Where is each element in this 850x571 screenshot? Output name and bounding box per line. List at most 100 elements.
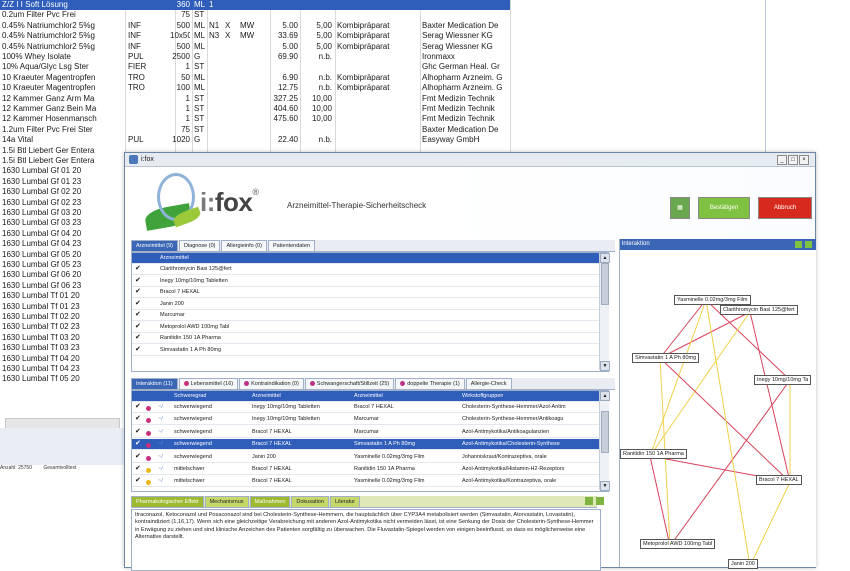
cancel-button[interactable]: Abbruch (758, 197, 812, 219)
product-row[interactable]: 1630 Lumbal Gf 02 20 (0, 187, 125, 197)
medication-row[interactable]: ✔ Metoprolol AWD 100mg Tabl (132, 322, 602, 333)
tab-mechanism[interactable]: Mechanismus (204, 496, 249, 507)
options-icon[interactable] (805, 241, 812, 248)
product-row[interactable]: 1630 Lumbal Gf 05 20 (0, 250, 125, 260)
checkmark-icon[interactable]: ✔ (135, 264, 141, 274)
product-row[interactable]: 0.2um Filter Pvc Frei 75 ST (0, 10, 510, 20)
product-row[interactable]: 12 Kammer Ganz Bein Ma 1 ST 404.60 10,00 Fmt … (0, 104, 510, 114)
note-icon[interactable]: ~/ (158, 464, 163, 474)
product-row[interactable]: 0.45% Natriumchlor2 5%g INF 10x500 MLN3 X MW 3… (0, 31, 510, 41)
product-row[interactable]: 10 Kraeuter Magentropfen TRO 100 ML 12.75 n.b… (0, 83, 510, 93)
tab-diagnosis[interactable]: Diagnose (0) (178, 240, 221, 251)
expand-icon[interactable] (585, 497, 593, 505)
note-icon[interactable]: ~/ (158, 439, 163, 449)
note-icon[interactable]: ~/ (158, 427, 163, 437)
product-row[interactable]: 1630 Lumbal Gf 03 23 (0, 218, 125, 228)
medication-scrollbar[interactable]: ▲ ▼ (599, 253, 610, 371)
graph-node[interactable]: Bracol 7 HEXAL (756, 475, 802, 485)
product-row[interactable]: 10% Aqua/Glyc Lsg Ster FIER 1 ST Ghc German … (0, 62, 510, 72)
medication-row[interactable]: ✔ Bracol 7 HEXAL (132, 287, 602, 298)
tab-interaction[interactable]: Interaktion (11) (131, 378, 178, 389)
product-row[interactable]: 14a Vital PUL 1020 G 22.40 n.b. Easyway GmbH (0, 135, 510, 145)
medication-row[interactable]: ✔ Ranitidin 150 1A Pharma (132, 333, 602, 344)
tab-allergy[interactable]: Allergieinfo (0) (221, 240, 267, 251)
product-row[interactable]: 1630 Lumbal Gf 03 20 (0, 208, 125, 218)
graph-node[interactable]: Ranitidin 150 1A Pharma (620, 449, 687, 459)
product-row[interactable]: 1630 Lumbal Gf 06 23 (0, 281, 125, 291)
interaction-table[interactable]: Schweregrad Arzneimittel Arzneimittel Wi… (131, 390, 609, 492)
interaction-row[interactable]: ✔ ~/ schwerwiegend Inegy 10mg/10mg Tablette… (132, 402, 600, 413)
medication-list[interactable]: Arzneimittel ✔ Clarithromycin Basi 125@fe… (131, 252, 609, 372)
tab-literature[interactable]: Literatur (329, 496, 361, 507)
product-row[interactable]: 1630 Lumbal Gf 06 20 (0, 270, 125, 280)
checkmark-icon[interactable]: ✔ (135, 402, 141, 412)
interaction-row[interactable]: ✔ ~/ mittelschwer Bracol 7 HEXAL Yasminelle … (132, 476, 600, 488)
tab-double-therapy[interactable]: doppelte Therapie (1) (395, 378, 465, 389)
note-icon[interactable]: ~/ (158, 402, 163, 412)
product-row[interactable]: 1630 Lumbal Tf 03 23 (0, 343, 125, 353)
product-row[interactable]: 1630 Lumbal Gf 04 23 (0, 239, 125, 249)
product-row[interactable]: 1630 Lumbal Gf 01 20 (0, 166, 125, 176)
checkmark-icon[interactable]: ✔ (135, 287, 141, 297)
medication-row[interactable]: ✔ Janin 200 (132, 299, 602, 310)
interaction-row[interactable]: ✔ ~/ schwerwiegend Janin 200 Yasminelle 0.02… (132, 452, 600, 463)
note-icon[interactable]: ~/ (158, 414, 163, 424)
tab-pharma-effect[interactable]: Pharmakologischer Effekt (131, 496, 204, 507)
tab-contraindication[interactable]: Kontraindikation (0) (239, 378, 304, 389)
checkmark-icon[interactable]: ✔ (135, 345, 141, 355)
medication-row[interactable]: ✔ Clarithromycin Basi 125@fert (132, 264, 602, 275)
checkmark-icon[interactable]: ✔ (135, 310, 141, 320)
checkmark-icon[interactable]: ✔ (135, 299, 141, 309)
product-row[interactable]: 12 Kammer Hosenmansch 1 ST 475.60 10,00 Fmt M… (0, 114, 510, 124)
checkmark-icon[interactable]: ✔ (135, 476, 141, 486)
tab-medication[interactable]: Arzneimittel (9) (131, 240, 178, 251)
checkmark-icon[interactable]: ✔ (135, 464, 141, 474)
graph-node[interactable]: Metoprolol AWD 100mg Tabl (640, 539, 716, 549)
note-icon[interactable]: ~/ (158, 476, 163, 486)
graph-node[interactable]: Yasminelle 0.02mg/3mg Film (674, 295, 751, 305)
print-button[interactable]: ▦ (670, 197, 690, 219)
medication-row[interactable]: ✔ Inegy 10mg/10mg Tabletten (132, 276, 602, 287)
minimize-button[interactable]: _ (777, 155, 787, 165)
checkmark-icon[interactable]: ✔ (135, 333, 141, 343)
product-row[interactable]: 12 Kammer Ganz Arm Ma 1 ST 327.25 10,00 Fmt M… (0, 94, 510, 104)
product-row[interactable]: 100% Whey Isolate PUL 2500 G 69.90 n.b. Ironma… (0, 52, 510, 62)
checkmark-icon[interactable]: ✔ (135, 276, 141, 286)
collapse-icon[interactable] (596, 497, 604, 505)
graph-node[interactable]: Simvastatin 1 A Ph 80mg (632, 353, 700, 363)
tab-pregnancy[interactable]: Schwangerschaft/Stillzeit (25) (304, 378, 395, 389)
product-row[interactable]: 0.45% Natriumchlor2 5%g INF 500 ML 5.00 5,00 K… (0, 42, 510, 52)
tab-food[interactable]: Lebensmittel (16) (178, 378, 239, 389)
product-row[interactable]: 1630 Lumbal Tf 02 23 (0, 322, 125, 332)
product-row[interactable]: 1630 Lumbal Gf 01 23 (0, 177, 125, 187)
product-row[interactable]: Z/Z I I Soft Lösung 360 ML 1 (0, 0, 510, 10)
product-row[interactable]: 1630 Lumbal Tf 05 20 (0, 374, 125, 384)
medication-row[interactable]: ✔ Marcumar (132, 310, 602, 321)
product-row[interactable]: 1630 Lumbal Tf 01 20 (0, 291, 125, 301)
confirm-button[interactable]: Bestätigen (698, 197, 750, 219)
close-button[interactable]: × (799, 155, 809, 165)
product-row[interactable]: 1630 Lumbal Gf 02 23 (0, 198, 125, 208)
product-row[interactable]: 1630 Lumbal Gf 04 20 (0, 229, 125, 239)
maximize-button[interactable]: □ (788, 155, 798, 165)
graph-node[interactable]: Inegy 10mg/10mg Ta (754, 375, 812, 385)
product-row[interactable]: 1630 Lumbal Gf 05 23 (0, 260, 125, 270)
product-row[interactable]: 10 Kraeuter Magentropfen TRO 50 ML 6.90 n.b. K… (0, 73, 510, 83)
medication-row[interactable]: ✔ Simvastatin 1 A Ph 80mg (132, 345, 602, 356)
product-row[interactable]: 1630 Lumbal Tf 04 23 (0, 364, 125, 374)
checkmark-icon[interactable]: ✔ (135, 414, 141, 424)
refresh-icon[interactable] (795, 241, 802, 248)
tab-documentation[interactable]: Dokusation (291, 496, 329, 507)
product-row[interactable]: 1630 Lumbal Tf 04 20 (0, 354, 125, 364)
tab-allergy-check[interactable]: Allergie-Check (465, 378, 512, 389)
graph-node[interactable]: Janin 200 (728, 559, 758, 569)
checkmark-icon[interactable]: ✔ (135, 439, 141, 449)
checkmark-icon[interactable]: ✔ (135, 452, 141, 462)
product-row[interactable]: 1630 Lumbal Tf 01 23 (0, 302, 125, 312)
interaction-row[interactable]: ✔ ~/ schwerwiegend Bracol 7 HEXAL Simvastati… (132, 439, 600, 451)
interaction-scrollbar[interactable]: ▲ ▼ (599, 391, 610, 491)
tab-measures[interactable]: Maßnahmen (249, 496, 291, 507)
product-row[interactable]: 1.5i Btl Liebert Ger Entera (0, 156, 125, 166)
interaction-row[interactable]: ✔ ~/ schwerwiegend Inegy 10mg/10mg Tablette… (132, 414, 600, 426)
checkmark-icon[interactable]: ✔ (135, 322, 141, 332)
